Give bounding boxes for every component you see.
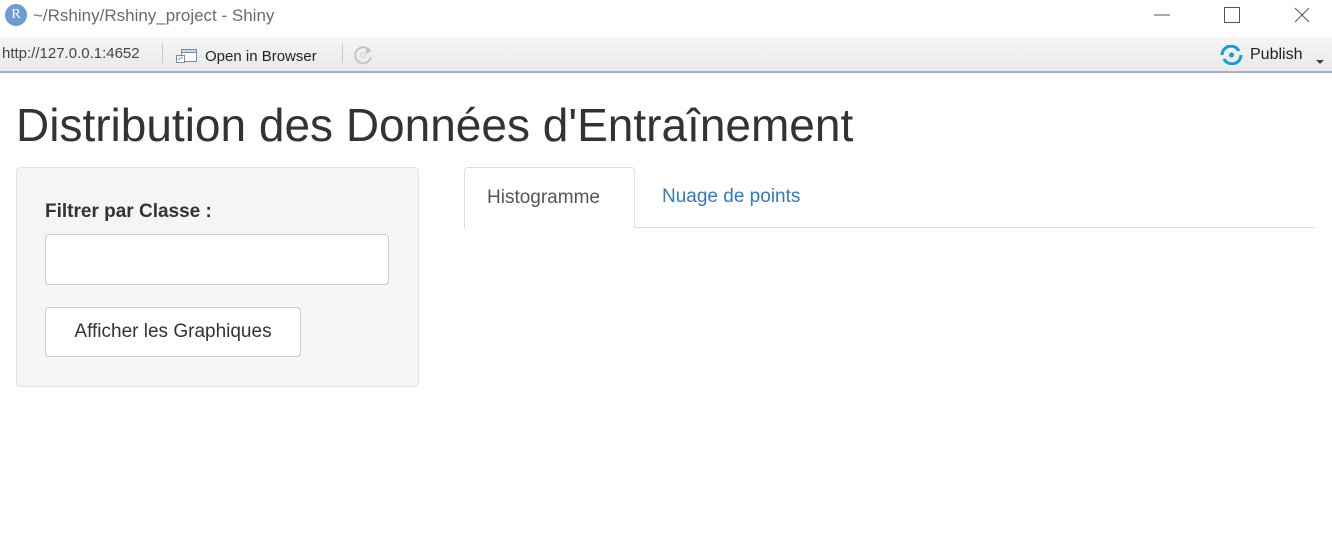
class-filter-input[interactable]	[45, 234, 389, 285]
open-in-browser-label: Open in Browser	[205, 47, 317, 65]
page-title: Distribution des Données d'Entraînement	[16, 99, 854, 151]
sidebar-panel: Filtrer par Classe : Afficher les Graphi…	[16, 167, 419, 387]
refresh-icon[interactable]	[352, 43, 376, 72]
open-in-browser-icon	[176, 49, 197, 63]
tab-bar: Histogramme Nuage de points	[464, 167, 1315, 229]
tab-histogramme[interactable]: Histogramme	[464, 167, 635, 229]
window-titlebar: R ~/Rshiny/Rshiny_project - Shiny	[0, 0, 1332, 36]
toolbar-divider	[162, 43, 163, 63]
publish-icon	[1220, 45, 1243, 65]
viewer-toolbar: http://127.0.0.1:4652 Open in Browser Pu…	[0, 37, 1332, 73]
show-charts-button[interactable]: Afficher les Graphiques	[45, 307, 301, 357]
chevron-down-icon[interactable]	[1315, 52, 1325, 70]
window-title: ~/Rshiny/Rshiny_project - Shiny	[33, 6, 275, 25]
maximize-icon[interactable]	[1220, 4, 1244, 28]
toolbar-divider	[342, 43, 343, 63]
close-icon[interactable]	[1290, 4, 1314, 28]
publish-label: Publish	[1250, 46, 1303, 63]
minimize-icon[interactable]	[1150, 4, 1174, 28]
publish-button[interactable]: Publish	[1219, 45, 1302, 65]
filter-label: Filtrer par Classe :	[45, 201, 212, 222]
url-display: http://127.0.0.1:4652	[2, 45, 140, 62]
open-in-browser-button[interactable]: Open in Browser	[175, 45, 317, 67]
r-logo-icon: R	[5, 4, 27, 26]
tab-nuage-de-points[interactable]: Nuage de points	[640, 167, 822, 228]
